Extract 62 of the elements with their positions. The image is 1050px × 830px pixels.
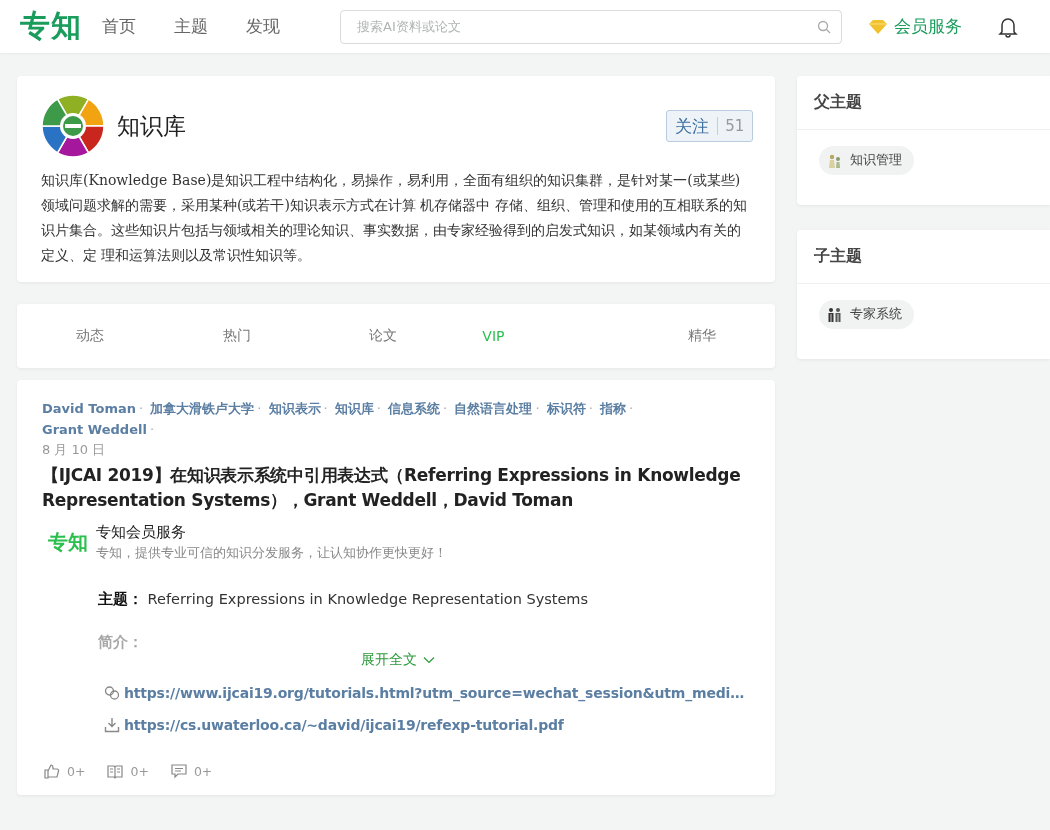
vip-link[interactable]: 会员服务 — [868, 15, 962, 38]
intro-label: 简介： — [98, 633, 144, 651]
sidebar-title: 父主题 — [797, 76, 1050, 130]
read-action[interactable]: 0+ — [107, 763, 149, 779]
url-link[interactable]: https://cs.uwaterloo.ca/~david/ijcai19/refexp-tutorial.pdf — [124, 717, 564, 733]
nav-link[interactable]: 首页 — [102, 15, 136, 38]
tag-link[interactable]: 知识表示 — [268, 401, 321, 416]
topic-description: 知识库(Knowledge Base)是知识工程中结构化，易操作，易利用，全面有组织的知识集群，是针对某一(或某些)领域问题求解的需要，采用某种(或若干)知识表示方式在计算 机存储器中 存储、组织、管理和使用的互相联系的知识片集合。这些知识片包括与领域相关的理论知识、事实数据，由专家经验得到的启发式知识，如某领域内有关的定义、定 理和运算法则以及常识性知识等。 — [41, 171, 748, 265]
site-logo[interactable]: 专知 — [20, 6, 102, 47]
search-icon — [817, 19, 831, 34]
source-name[interactable]: 专知会员服务 — [96, 523, 447, 542]
tag-link[interactable]: 信息系统 — [388, 401, 441, 416]
nav-link[interactable]: 主题 — [174, 15, 208, 38]
like-action[interactable]: 0+ — [44, 763, 86, 779]
topic-chip[interactable]: 知识管理 — [819, 146, 915, 175]
nav-link[interactable]: 发现 — [246, 15, 280, 38]
tag-link[interactable]: 加拿大滑铁卢大学 — [150, 401, 255, 416]
sidebar-title: 子主题 — [797, 230, 1050, 284]
tag-link[interactable]: 自然语言处理 — [454, 401, 533, 416]
source-slogan: 专知，提供专业可信的知识分发服务，让认知协作更快更好！ — [96, 545, 447, 562]
tab[interactable]: 热门 — [163, 327, 310, 345]
separator-dot: · — [257, 401, 262, 416]
comment-icon — [170, 763, 187, 779]
open-book-icon — [107, 763, 124, 779]
topic-title: 知识库 — [117, 111, 187, 141]
people-icon — [827, 152, 843, 169]
topic-wheel-image — [41, 94, 105, 158]
link-icon — [104, 685, 120, 701]
separator-dot: · — [443, 401, 448, 416]
tag-link[interactable]: 标识符 — [546, 401, 586, 416]
tab[interactable]: 精华 — [628, 327, 776, 345]
separator-dot: · — [628, 401, 634, 416]
expand-link[interactable]: 展开全文 — [360, 651, 435, 669]
tag-link[interactable]: Grant Weddell — [42, 422, 147, 437]
post-title[interactable]: 【IJCAI 2019】在知识表示系统中引用表达式（Referring Expressions in Knowledge Representation Systems），Grant Weddell，David Toman — [42, 463, 754, 513]
tag-link[interactable]: 知识库 — [334, 401, 374, 416]
tab[interactable]: 论文 — [309, 327, 457, 345]
follow-button[interactable]: 关注 51 — [666, 110, 754, 142]
separator-dot: · — [323, 401, 328, 416]
follower-count: 51 — [717, 117, 745, 135]
separator-dot: · — [535, 401, 540, 416]
download-icon — [104, 717, 120, 733]
separator-dot: · — [376, 401, 381, 416]
separator-dot: · — [588, 401, 593, 416]
tab[interactable]: VIP — [482, 328, 629, 344]
tag-link[interactable]: 指称 — [599, 401, 626, 416]
source-logo: 专知 — [48, 529, 88, 556]
tab[interactable]: 动态 — [17, 327, 164, 345]
thumbs-up-icon — [44, 763, 60, 779]
search-field[interactable]: 搜索AI资料或论文 — [340, 9, 842, 44]
url-link[interactable]: https://www.ijcai19.org/tutorials.html?utm_source=wechat_session&utm_medi… — [124, 685, 744, 701]
bell-icon[interactable] — [998, 15, 1018, 38]
post-date: 8 月 10 日 — [42, 441, 107, 459]
diamond-icon — [868, 18, 888, 35]
comment-action[interactable]: 0+ — [170, 763, 213, 779]
tag-link[interactable]: David Toman — [42, 401, 136, 416]
subject-line: 主题： Referring Expressions in Knowledge Representation Systems — [98, 590, 590, 609]
separator-dot: · — [149, 422, 155, 437]
separator-dot: · — [139, 401, 144, 416]
figures-icon — [827, 306, 843, 323]
topic-chip[interactable]: 专家系统 — [819, 300, 915, 329]
chevron-down-icon — [422, 656, 435, 664]
